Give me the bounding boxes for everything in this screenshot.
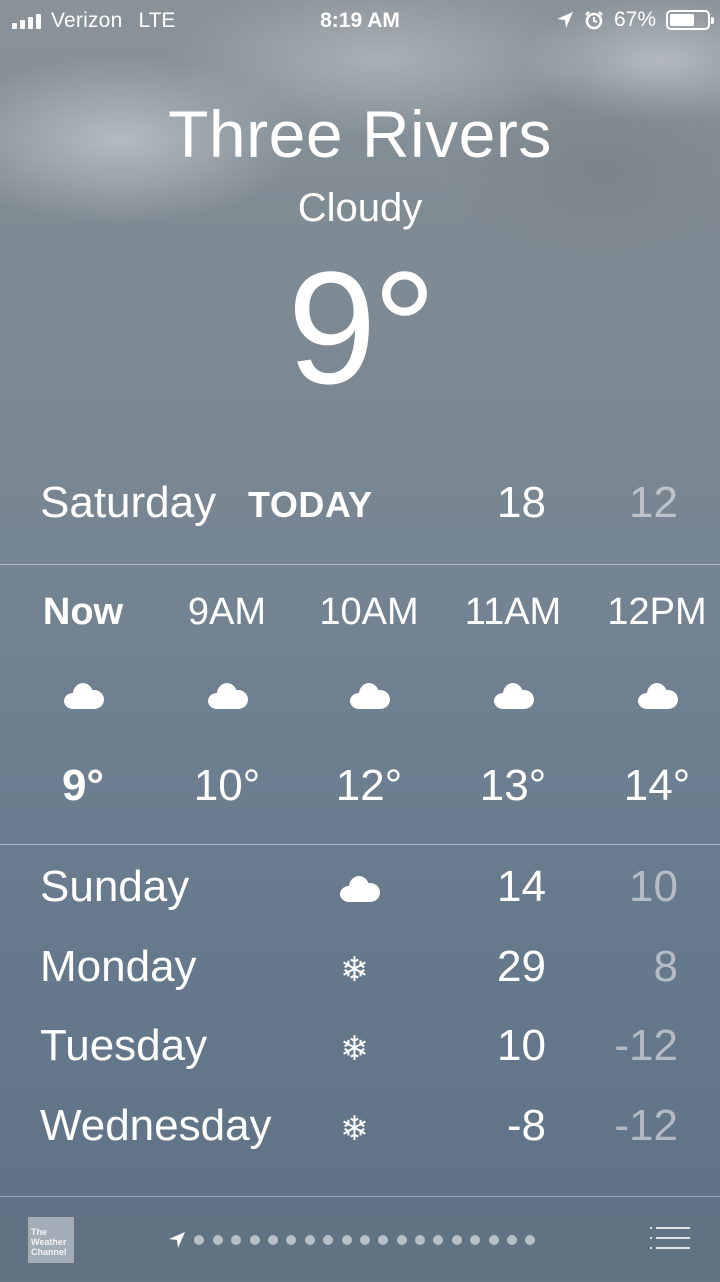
city-name: Three Rivers bbox=[168, 97, 552, 171]
page-dot[interactable] bbox=[507, 1235, 518, 1245]
hourly-forecast[interactable]: Now 9° 9AM 10° 10AM 12° 11AM 13° 12PM 14… bbox=[0, 565, 720, 845]
page-dot[interactable] bbox=[433, 1235, 444, 1245]
snowflake-icon: ❄ bbox=[340, 1109, 369, 1149]
forecast-day: Tuesday bbox=[40, 1021, 208, 1070]
cloud-icon bbox=[494, 683, 534, 709]
forecast-row: Sunday 14 10 bbox=[0, 862, 720, 932]
page-dot[interactable] bbox=[415, 1235, 426, 1245]
forecast-row: Wednesday ❄ -8 -12 bbox=[0, 1101, 720, 1171]
forecast-high: 14 bbox=[497, 862, 546, 911]
hour-temperature: 14° bbox=[623, 761, 691, 810]
city-list-icon[interactable] bbox=[650, 1223, 690, 1253]
forecast-row: Monday ❄ 29 8 bbox=[0, 942, 720, 1012]
forecast-high: 10 bbox=[497, 1021, 546, 1070]
forecast-day: Sunday bbox=[40, 862, 190, 911]
today-label: TODAY bbox=[248, 484, 373, 525]
page-dot[interactable] bbox=[249, 1235, 260, 1245]
page-dot[interactable] bbox=[451, 1235, 462, 1245]
cloud-icon bbox=[340, 876, 380, 916]
hour-label: 9AM bbox=[187, 591, 267, 633]
hour-temperature: 10° bbox=[193, 761, 261, 810]
hour-temperature: 13° bbox=[479, 761, 547, 810]
hour-temperature: 9° bbox=[61, 761, 105, 810]
hour-label: 12PM bbox=[607, 591, 707, 633]
page-indicator[interactable] bbox=[168, 1231, 536, 1249]
page-dot[interactable] bbox=[304, 1235, 315, 1245]
forecast-high: -8 bbox=[506, 1101, 546, 1150]
battery-percent: 67% bbox=[613, 8, 656, 31]
page-dot[interactable] bbox=[231, 1235, 242, 1245]
status-bar: Verizon LTE 8:19 AM 67% bbox=[0, 0, 720, 40]
current-temperature: 9° bbox=[287, 238, 437, 417]
page-dot[interactable] bbox=[267, 1235, 278, 1245]
snowflake-icon: ❄ bbox=[340, 950, 369, 990]
page-dot[interactable] bbox=[470, 1235, 481, 1245]
forecast-day: Monday bbox=[40, 942, 197, 991]
page-dot[interactable] bbox=[212, 1235, 223, 1245]
snowflake-icon: ❄ bbox=[340, 1029, 369, 1069]
hour-label: 10AM bbox=[319, 591, 419, 633]
page-dot[interactable] bbox=[359, 1235, 370, 1245]
battery-icon bbox=[666, 10, 714, 30]
page-dot[interactable] bbox=[525, 1235, 536, 1245]
forecast-day: Wednesday bbox=[40, 1101, 272, 1150]
hour-label: 11AM bbox=[464, 591, 562, 633]
forecast-low: -12 bbox=[614, 1101, 678, 1150]
cloud-icon bbox=[208, 683, 248, 709]
weather-channel-logo[interactable]: The Weather Channel bbox=[28, 1217, 74, 1263]
forecast-low: -12 bbox=[614, 1021, 678, 1070]
today-day: Saturday bbox=[40, 478, 217, 527]
page-dot[interactable] bbox=[323, 1235, 334, 1245]
page-dot[interactable] bbox=[378, 1235, 389, 1245]
alarm-icon bbox=[585, 11, 603, 30]
forecast-low: 10 bbox=[629, 862, 678, 911]
cloud-icon bbox=[638, 683, 678, 709]
page-dot[interactable] bbox=[194, 1235, 205, 1245]
page-dot[interactable] bbox=[341, 1235, 352, 1245]
today-low: 12 bbox=[629, 478, 678, 527]
cloud-icon bbox=[64, 683, 104, 709]
page-dot[interactable] bbox=[488, 1235, 499, 1245]
location-arrow-icon bbox=[169, 1232, 185, 1248]
today-high: 18 bbox=[497, 478, 546, 527]
weather-condition: Cloudy bbox=[297, 186, 423, 230]
forecast-row: Tuesday ❄ 10 -12 bbox=[0, 1021, 720, 1091]
divider bbox=[0, 844, 720, 845]
hour-temperature: 12° bbox=[335, 761, 403, 810]
page-dot[interactable] bbox=[286, 1235, 297, 1245]
forecast-low: 8 bbox=[653, 942, 678, 991]
forecast-high: 29 bbox=[497, 942, 546, 991]
bottom-toolbar: The Weather Channel bbox=[0, 1196, 720, 1282]
today-summary: Saturday TODAY 18 12 bbox=[0, 478, 720, 534]
location-arrow-icon bbox=[556, 12, 573, 28]
page-dot[interactable] bbox=[396, 1235, 407, 1245]
cloud-icon bbox=[350, 683, 390, 709]
hour-label: Now bbox=[42, 591, 124, 633]
